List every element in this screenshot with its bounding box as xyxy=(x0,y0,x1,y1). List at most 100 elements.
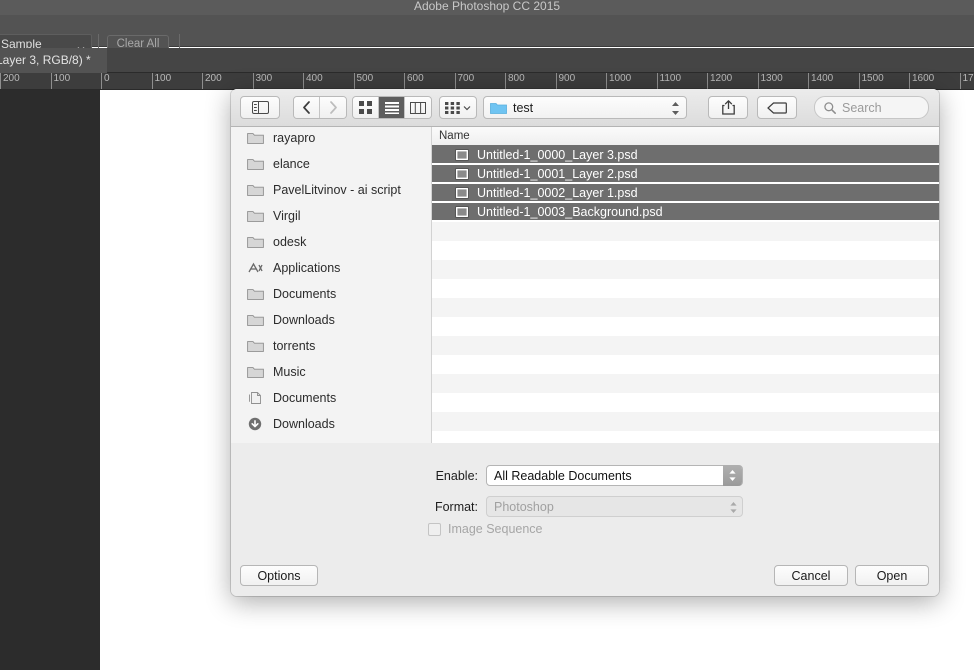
share-button[interactable] xyxy=(708,96,748,119)
sidebar-item-downloads[interactable]: Downloads xyxy=(231,411,431,437)
format-dropdown-value: Photoshop xyxy=(494,499,554,514)
sidebar-item-label: Applications xyxy=(273,261,341,275)
sidebar-item-label: Documents xyxy=(273,391,337,405)
documents-icon xyxy=(249,392,261,404)
empty-row xyxy=(432,412,939,431)
table-row[interactable]: Untitled-1_0001_Layer 2.psd xyxy=(432,165,939,184)
format-row: Format: Photoshop xyxy=(425,496,743,517)
sidebar-item-documents[interactable]: Documents xyxy=(231,281,431,307)
sidebar-item-pavellitvinov-ai-script[interactable]: PavelLitvinov - ai script xyxy=(231,177,431,203)
folder-icon xyxy=(247,159,264,170)
arrange-icon xyxy=(445,101,460,114)
file-rows[interactable]: Untitled-1_0000_Layer 3.psd Untitled-1_00… xyxy=(432,146,939,443)
icon-view-button[interactable] xyxy=(353,97,379,118)
empty-row xyxy=(432,279,939,298)
path-popup-button[interactable]: test xyxy=(483,96,687,119)
format-dropdown: Photoshop xyxy=(486,496,743,517)
search-input[interactable]: Search xyxy=(814,96,929,119)
navigation-buttons xyxy=(293,96,347,119)
stepper-icon xyxy=(729,500,738,515)
options-button[interactable]: Options xyxy=(240,565,318,586)
tag-button[interactable] xyxy=(757,96,797,119)
ruler-tick: 600 xyxy=(404,73,424,89)
psd-file-icon xyxy=(455,167,469,180)
open-button[interactable]: Open xyxy=(855,565,929,586)
table-row[interactable]: Untitled-1_0003_Background.psd xyxy=(432,203,939,222)
chevron-down-icon xyxy=(77,40,85,52)
applications-icon xyxy=(248,262,263,273)
stepper-icon xyxy=(723,465,742,486)
search-icon xyxy=(824,101,836,114)
downloads-icon xyxy=(248,417,262,431)
empty-row xyxy=(432,260,939,279)
image-sequence-checkbox xyxy=(428,522,441,536)
folder-icon xyxy=(247,211,264,222)
list-view-button[interactable] xyxy=(379,97,405,118)
table-row[interactable]: Untitled-1_0002_Layer 1.psd xyxy=(432,184,939,203)
ruler-tick: 1600 xyxy=(909,73,934,89)
dialog-body: rayapro elance PavelLitvinov - ai script Vi… xyxy=(231,127,939,443)
list-view-icon xyxy=(384,101,399,114)
sidebar-item-odesk[interactable]: odesk xyxy=(231,229,431,255)
ruler-tick: 500 xyxy=(353,73,373,89)
places-sidebar[interactable]: rayapro elance PavelLitvinov - ai script Vi… xyxy=(231,127,432,443)
empty-row xyxy=(432,317,939,336)
view-mode-switcher xyxy=(352,96,432,119)
sidebar-item-label: rayapro xyxy=(273,131,316,145)
image-sequence-label: Image Sequence xyxy=(448,522,543,536)
empty-row xyxy=(432,374,939,393)
sidebar-icon xyxy=(251,101,269,114)
file-name: Untitled-1_0002_Layer 1.psd xyxy=(477,185,638,200)
ruler-tick: 100 xyxy=(50,73,70,89)
chevron-left-icon xyxy=(303,101,310,114)
ruler-tick: 1400 xyxy=(808,73,833,89)
file-name: Untitled-1_0001_Layer 2.psd xyxy=(477,166,638,181)
psd-file-icon xyxy=(455,186,469,199)
folder-icon xyxy=(247,315,264,326)
enable-row: Enable: All Readable Documents xyxy=(425,465,743,486)
sidebar-item-downloads[interactable]: Downloads xyxy=(231,307,431,333)
dialog-toolbar: test Search xyxy=(231,89,939,127)
document-tab[interactable]: Layer 3, RGB/8) * xyxy=(0,48,107,73)
folder-icon xyxy=(247,367,264,378)
ruler-tick: 1100 xyxy=(656,73,681,89)
sidebar-toggle-button[interactable] xyxy=(240,96,280,119)
folder-icon xyxy=(247,185,264,196)
ruler-tick: 700 xyxy=(454,73,474,89)
empty-row xyxy=(432,298,939,317)
empty-row xyxy=(432,393,939,412)
ruler-tick: 1000 xyxy=(606,73,631,89)
psd-file-icon xyxy=(455,148,469,161)
table-row[interactable]: Untitled-1_0000_Layer 3.psd xyxy=(432,146,939,165)
photoshop-titlebar: Adobe Photoshop CC 2015 xyxy=(0,0,974,15)
sidebar-item-applications[interactable]: Applications xyxy=(231,255,431,281)
sidebar-item-rayapro[interactable]: rayapro xyxy=(231,127,431,151)
enable-dropdown-value: All Readable Documents xyxy=(494,468,632,483)
sidebar-item-label: odesk xyxy=(273,235,307,249)
sidebar-item-torrents[interactable]: torrents xyxy=(231,333,431,359)
sidebar-item-virgil[interactable]: Virgil xyxy=(231,203,431,229)
arrange-button[interactable] xyxy=(439,96,477,119)
back-button[interactable] xyxy=(294,97,320,118)
stepper-icon xyxy=(671,101,680,116)
enable-dropdown[interactable]: All Readable Documents xyxy=(486,465,743,486)
column-view-button[interactable] xyxy=(405,97,431,118)
cancel-button[interactable]: Cancel xyxy=(774,565,848,586)
sidebar-item-documents[interactable]: Documents xyxy=(231,385,431,411)
psd-file-icon xyxy=(455,205,469,218)
folder-icon xyxy=(247,133,264,144)
sidebar-item-elance[interactable]: elance xyxy=(231,151,431,177)
sidebar-item-label: torrents xyxy=(273,339,316,353)
image-sequence-row: Image Sequence xyxy=(428,522,543,536)
sidebar-item-label: elance xyxy=(273,157,310,171)
folder-icon xyxy=(490,103,507,114)
forward-button[interactable] xyxy=(320,97,346,118)
sidebar-item-music[interactable]: Music xyxy=(231,359,431,385)
file-name: Untitled-1_0003_Background.psd xyxy=(477,204,663,219)
ruler-tick: 200 xyxy=(202,73,222,89)
share-icon xyxy=(721,100,735,115)
tag-icon xyxy=(767,101,787,114)
chevron-down-icon xyxy=(463,105,471,110)
column-header-name[interactable]: Name xyxy=(432,127,939,146)
file-list: Name Untitled-1_0000_Layer 3.psd Untitled… xyxy=(432,127,939,443)
